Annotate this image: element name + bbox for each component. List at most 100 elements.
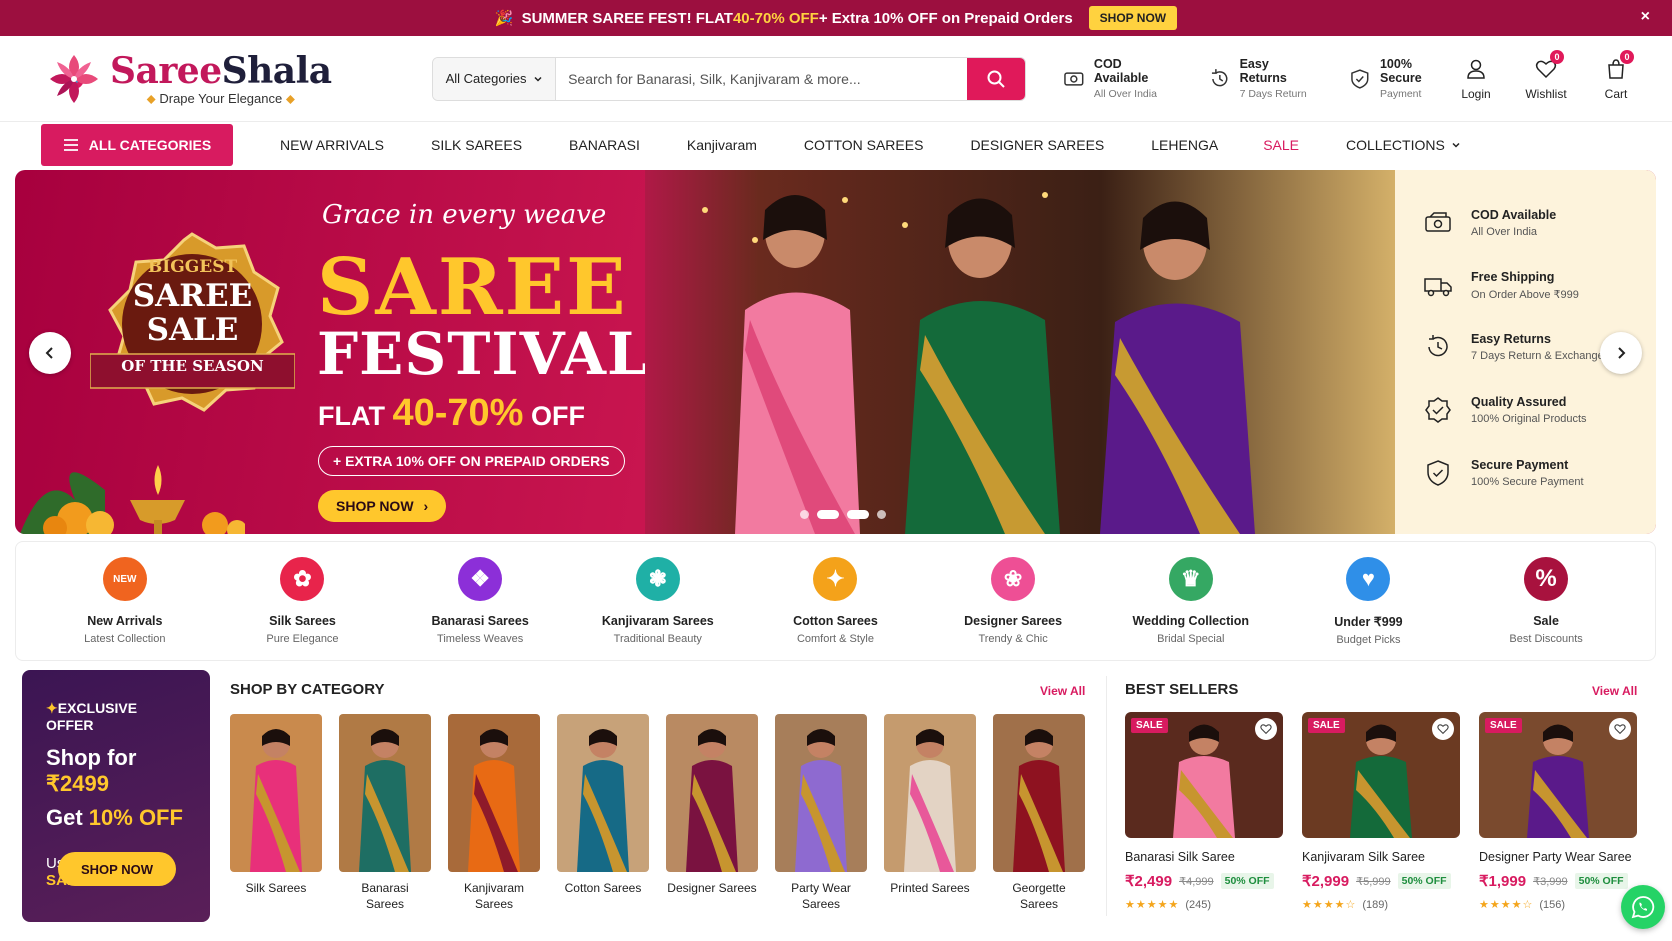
category-card[interactable]: Kanjivaram Sarees xyxy=(448,714,540,912)
all-categories-button[interactable]: ALL CATEGORIES xyxy=(41,124,233,166)
product-price: ₹2,999 xyxy=(1302,873,1350,890)
cart-button[interactable]: 0 Cart xyxy=(1596,50,1636,101)
wishlist-heart-button[interactable] xyxy=(1432,718,1454,740)
hero-tagline: Grace in every weave xyxy=(322,200,607,230)
category-card[interactable]: Banarasi Sarees xyxy=(339,714,431,912)
feature-cod: COD Available All Over India xyxy=(1062,57,1178,100)
nav-lehenga[interactable]: LEHENGA xyxy=(1151,137,1218,153)
nav-kanjivaram[interactable]: Kanjivaram xyxy=(687,137,757,153)
shield-icon xyxy=(1351,68,1369,89)
new-icon: NEW xyxy=(102,557,147,601)
logo[interactable]: SareeShala ⬥ Drape Your Elegance ⬥ xyxy=(44,49,385,109)
benefit-returns: Easy Returns 7 Days Return & Exchange xyxy=(1423,332,1604,362)
hero-prev-button[interactable] xyxy=(29,332,71,374)
heart-icon xyxy=(1614,724,1626,735)
chevron-down-icon xyxy=(1452,142,1460,148)
hero-next-button[interactable] xyxy=(1600,332,1642,374)
site-header: SareeShala ⬥ Drape Your Elegance ⬥ All C… xyxy=(0,36,1672,122)
carousel-dots xyxy=(800,510,886,519)
category-card[interactable]: Georgette Sarees xyxy=(993,714,1085,912)
nav-collections[interactable]: COLLECTIONS xyxy=(1346,137,1461,153)
product-discount: 50% OFF xyxy=(1397,873,1451,889)
return-icon xyxy=(1211,68,1228,86)
product-image: SALE xyxy=(1125,712,1283,838)
product-card[interactable]: SALE Kanjivaram Silk Saree ₹2,999 ₹5,999 5… xyxy=(1302,712,1460,911)
offer-shop-button[interactable]: SHOP NOW xyxy=(58,852,176,886)
review-count: (189) xyxy=(1362,898,1388,911)
product-card[interactable]: SALE Designer Party Wear Saree ₹1,999 ₹3,… xyxy=(1479,712,1637,911)
category-new-arrivals[interactable]: NEW New Arrivals Latest Collection xyxy=(50,557,200,645)
product-name: Kanjivaram Silk Saree xyxy=(1302,850,1425,864)
product-card[interactable]: SALE Banarasi Silk Saree ₹2,499 ₹4,999 50%… xyxy=(1125,712,1283,911)
whatsapp-chat-button[interactable] xyxy=(1621,885,1665,929)
promo-bar: 🎉 SUMMER SAREE FEST! FLAT 40-70% OFF + E… xyxy=(0,0,1672,36)
hero-discount: FLAT 40-70% OFF xyxy=(318,392,585,434)
nav-sale[interactable]: SALE xyxy=(1263,137,1299,153)
category-icons-row: NEW New Arrivals Latest Collection ✿ Silk S… xyxy=(15,541,1656,661)
heart-icon: ♥ xyxy=(1346,556,1391,601)
category-image xyxy=(666,714,758,872)
sale-badge: SALE xyxy=(1131,718,1168,733)
category-wedding[interactable]: ♛ Wedding Collection Bridal Special xyxy=(1116,557,1266,645)
search-category-select[interactable]: All Categories xyxy=(433,57,557,100)
category-silk-sarees[interactable]: ✿ Silk Sarees Pure Elegance xyxy=(227,557,377,645)
wishlist-heart-button[interactable] xyxy=(1609,718,1631,740)
hero-promo: BIGGEST SAREE SALE OF THE SEASON Grace i… xyxy=(15,170,715,534)
product-price: ₹2,499 xyxy=(1125,873,1173,890)
category-image xyxy=(993,714,1085,872)
cart-count-badge: 0 xyxy=(1620,50,1634,64)
product-image: SALE xyxy=(1302,712,1460,838)
hero-shop-button[interactable]: SHOP NOW › xyxy=(318,490,447,522)
peacock-logo-icon xyxy=(50,54,98,103)
carousel-dot[interactable] xyxy=(800,510,809,519)
category-cotton[interactable]: ✦ Cotton Sarees Comfort & Style xyxy=(760,557,910,645)
category-card[interactable]: Silk Sarees xyxy=(230,714,322,912)
best-sellers-view-all[interactable]: View All xyxy=(1592,684,1637,698)
category-image xyxy=(339,714,431,872)
promo-shop-button[interactable]: SHOP NOW xyxy=(1088,6,1178,30)
feature-returns: Easy Returns 7 Days Return xyxy=(1208,57,1318,100)
category-kanjivaram[interactable]: ❃ Kanjivaram Sarees Traditional Beauty xyxy=(583,557,733,645)
offer-heading: ✦EXCLUSIVE OFFER xyxy=(46,700,138,733)
benefit-shipping: Free Shipping On Order Above ₹999 xyxy=(1423,270,1579,301)
product-discount: 50% OFF xyxy=(1220,873,1274,889)
whatsapp-icon xyxy=(1631,896,1655,919)
category-under-999[interactable]: ♥ Under ₹999 Budget Picks xyxy=(1293,556,1443,646)
nav-silk-sarees[interactable]: SILK SAREES xyxy=(431,137,522,153)
product-mrp: ₹4,999 xyxy=(1179,875,1214,888)
shop-by-category-view-all[interactable]: View All xyxy=(1040,684,1085,698)
category-card[interactable]: Cotton Sarees xyxy=(557,714,649,912)
category-card[interactable]: Printed Sarees xyxy=(884,714,976,912)
category-designer[interactable]: ❀ Designer Sarees Trendy & Chic xyxy=(938,557,1088,645)
product-image: SALE xyxy=(1479,712,1637,838)
sale-badge: SALE xyxy=(1485,718,1522,733)
truck-icon xyxy=(1424,277,1452,296)
nav-new-arrivals[interactable]: NEW ARRIVALS xyxy=(280,137,384,153)
carousel-dot[interactable] xyxy=(847,510,869,519)
models-illustration xyxy=(645,170,1405,534)
nav-designer-sarees[interactable]: DESIGNER SAREES xyxy=(970,137,1104,153)
heart-icon xyxy=(1437,724,1449,735)
product-price: ₹1,999 xyxy=(1479,873,1527,890)
wishlist-button[interactable]: 0 Wishlist xyxy=(1525,50,1567,101)
category-banarasi[interactable]: ❖ Banarasi Sarees Timeless Weaves xyxy=(405,557,555,645)
carousel-dot-active[interactable] xyxy=(817,510,839,519)
nav-banarasi[interactable]: BANARASI xyxy=(569,137,640,153)
search-button[interactable] xyxy=(967,57,1026,100)
chevron-right-icon xyxy=(1618,347,1626,359)
carousel-dot[interactable] xyxy=(877,510,886,519)
return-icon xyxy=(1428,335,1448,357)
category-card[interactable]: Party Wear Sarees xyxy=(775,714,867,912)
user-icon xyxy=(1467,59,1485,79)
cash-icon xyxy=(1425,212,1451,232)
search-input[interactable] xyxy=(556,57,968,100)
login-button[interactable]: Login xyxy=(1456,56,1496,101)
main-nav: ALL CATEGORIES NEW ARRIVALS SILK SAREES … xyxy=(0,122,1672,168)
close-icon[interactable]: × xyxy=(1641,8,1650,26)
wishlist-heart-button[interactable] xyxy=(1255,718,1277,740)
review-count: (156) xyxy=(1539,898,1565,911)
category-card[interactable]: Designer Sarees xyxy=(666,714,758,912)
category-sale[interactable]: % Sale Best Discounts xyxy=(1471,557,1621,645)
nav-cotton-sarees[interactable]: COTTON SAREES xyxy=(804,137,924,153)
best-sellers-title: BEST SELLERS xyxy=(1125,681,1239,698)
